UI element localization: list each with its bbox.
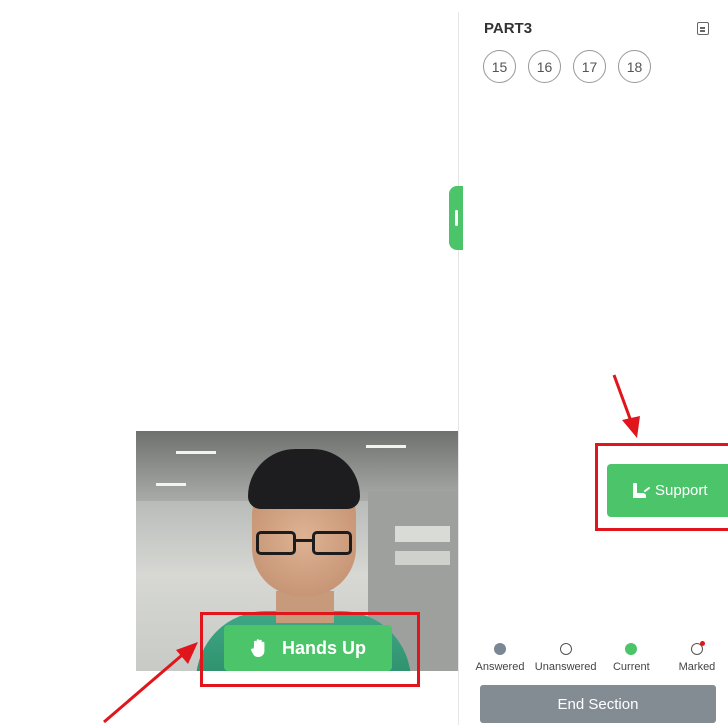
legend-answered: Answered: [469, 643, 531, 673]
answered-dot-icon: [494, 643, 506, 655]
unanswered-dot-icon: [559, 643, 572, 655]
legend-label: Unanswered: [534, 661, 597, 673]
ceiling-light: [366, 445, 406, 448]
legend-current: Current: [600, 643, 662, 673]
note-icon[interactable]: [697, 22, 709, 35]
webcam-window: [395, 526, 450, 542]
current-dot-icon: [625, 643, 638, 655]
highlight-box-hands-up: [200, 612, 420, 687]
question-number[interactable]: 18: [618, 50, 651, 83]
annotation-arrow-hands-up: [103, 642, 198, 724]
question-number-list: 15 16 17 18: [483, 50, 651, 83]
webcam-window: [395, 551, 450, 565]
legend-marked: Marked: [666, 641, 728, 673]
question-number[interactable]: 16: [528, 50, 561, 83]
question-number[interactable]: 15: [483, 50, 516, 83]
legend-unanswered: Unanswered: [535, 643, 597, 673]
ceiling-light: [176, 451, 216, 454]
end-section-button[interactable]: End Section: [480, 685, 716, 723]
annotation-arrow-support: [612, 374, 640, 438]
status-legend: Answered Unanswered Current Marked: [469, 641, 728, 673]
legend-label: Marked: [678, 661, 716, 673]
grip-icon: [455, 210, 458, 226]
part-title: PART3: [484, 20, 533, 37]
person-glasses: [256, 531, 352, 557]
ceiling-light: [156, 483, 186, 486]
question-number[interactable]: 17: [573, 50, 606, 83]
legend-label: Current: [612, 661, 650, 673]
highlight-box-support: [595, 443, 728, 531]
legend-label: Answered: [475, 661, 525, 673]
marked-dot-icon: [690, 641, 705, 655]
question-sidebar: PART3 15 16 17 18 Support Answered Unans…: [459, 0, 728, 725]
